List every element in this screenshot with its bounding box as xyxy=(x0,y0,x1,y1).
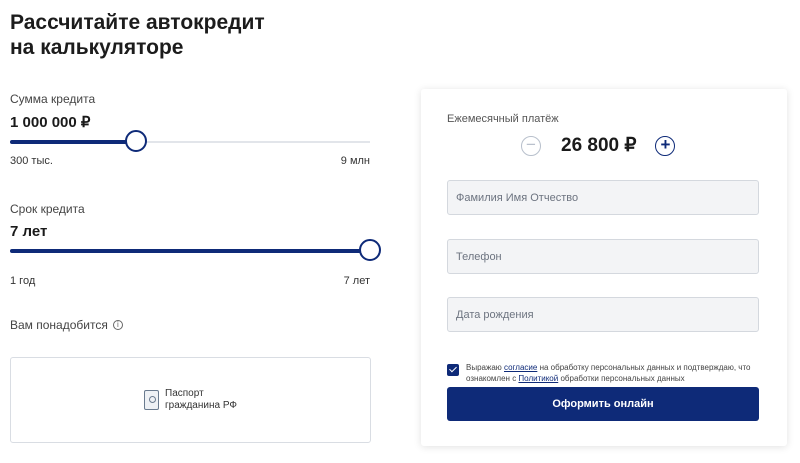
term-slider-fill xyxy=(10,249,370,253)
amount-slider-track[interactable] xyxy=(10,130,370,152)
term-max-label: 7 лет xyxy=(343,275,370,287)
document-card: Паспорт гражданина РФ xyxy=(10,357,371,443)
document-name-line1: Паспорт xyxy=(165,388,204,399)
decrease-button[interactable]: − xyxy=(521,135,541,156)
amount-value: 1 000 000 ₽ xyxy=(10,114,91,131)
page-title-line1: Рассчитайте автокредит xyxy=(10,11,265,34)
term-label: Срок кредита xyxy=(10,202,85,216)
amount-max-label: 9 млн xyxy=(340,155,370,167)
document-name-line2: гражданина РФ xyxy=(165,400,237,411)
increase-button[interactable]: + xyxy=(655,135,676,156)
consent-link[interactable]: согласие xyxy=(504,363,537,372)
documents-heading: Вам понадобится i xyxy=(10,318,123,332)
fio-input[interactable] xyxy=(447,180,759,215)
page-title: Рассчитайте автокредит на калькуляторе xyxy=(10,10,265,60)
policy-link[interactable]: Политикой xyxy=(518,374,558,383)
amount-slider-thumb[interactable] xyxy=(125,130,147,152)
application-panel: Ежемесячный платёж − 26 800 ₽ + Выражаю … xyxy=(421,89,787,446)
info-icon[interactable]: i xyxy=(112,320,123,330)
passport-icon xyxy=(144,390,159,410)
consent-text-part3: обработки персональных данных xyxy=(558,374,685,383)
phone-input[interactable] xyxy=(447,239,759,274)
monthly-payment-amount: 26 800 ₽ xyxy=(561,135,637,156)
amount-label: Сумма кредита xyxy=(10,92,96,106)
amount-slider-fill xyxy=(10,140,136,144)
apply-online-button[interactable]: Оформить онлайн xyxy=(447,387,759,421)
term-slider-track[interactable] xyxy=(10,239,381,261)
page-title-line2: на калькуляторе xyxy=(10,36,184,59)
consent-text-part1: Выражаю xyxy=(466,363,505,372)
documents-heading-label: Вам понадобится xyxy=(10,318,108,332)
monthly-payment-label: Ежемесячный платёж xyxy=(447,113,559,125)
term-min-label: 1 год xyxy=(10,275,36,287)
monthly-payment-stepper: − 26 800 ₽ + xyxy=(521,134,676,157)
consent-checkbox[interactable] xyxy=(447,364,459,376)
consent-row: Выражаю согласие на обработку персональн… xyxy=(447,362,767,384)
consent-text: Выражаю согласие на обработку персональн… xyxy=(466,362,767,384)
amount-min-label: 300 тыс. xyxy=(10,155,53,167)
birthdate-input[interactable] xyxy=(447,297,759,332)
term-slider-thumb[interactable] xyxy=(359,239,381,261)
term-value: 7 лет xyxy=(10,223,48,240)
document-name: Паспорт гражданина РФ xyxy=(165,388,237,412)
